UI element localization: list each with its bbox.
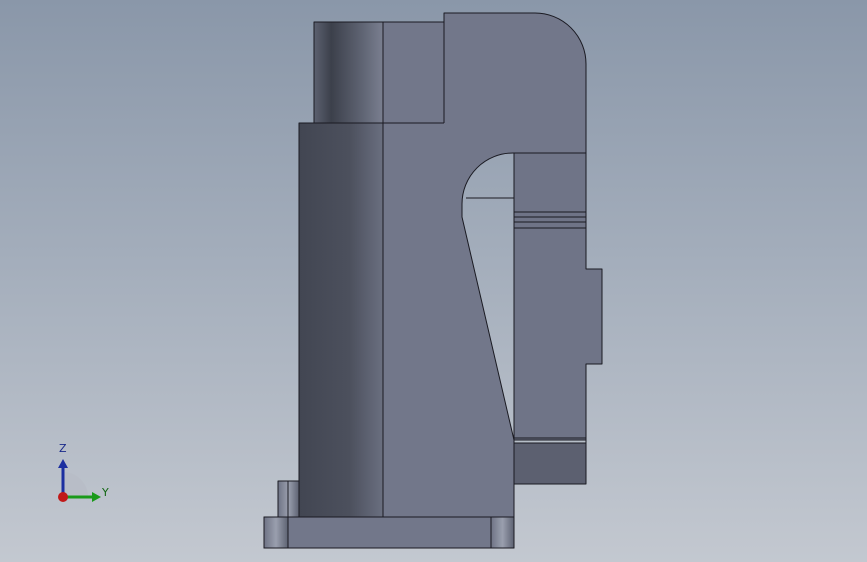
graphics-viewport[interactable]: Z Y [0,0,867,562]
x-axis-dot [58,492,68,502]
y-axis-label: Y [102,486,109,499]
y-axis-arrow [92,492,101,502]
z-axis-label: Z [59,442,67,455]
triad-arc [63,472,88,497]
cylinder-top [313,21,384,124]
base-plate [263,516,515,549]
part-body [263,12,603,549]
lower-dark-block [513,442,587,485]
base-plate-left-lug [263,516,289,549]
z-axis-arrow [58,459,68,468]
right-step-face [513,152,603,441]
model-view[interactable] [0,0,867,562]
base-plate-right-lug [490,516,515,549]
orientation-triad[interactable] [58,459,101,502]
cylinder-body [298,122,384,518]
